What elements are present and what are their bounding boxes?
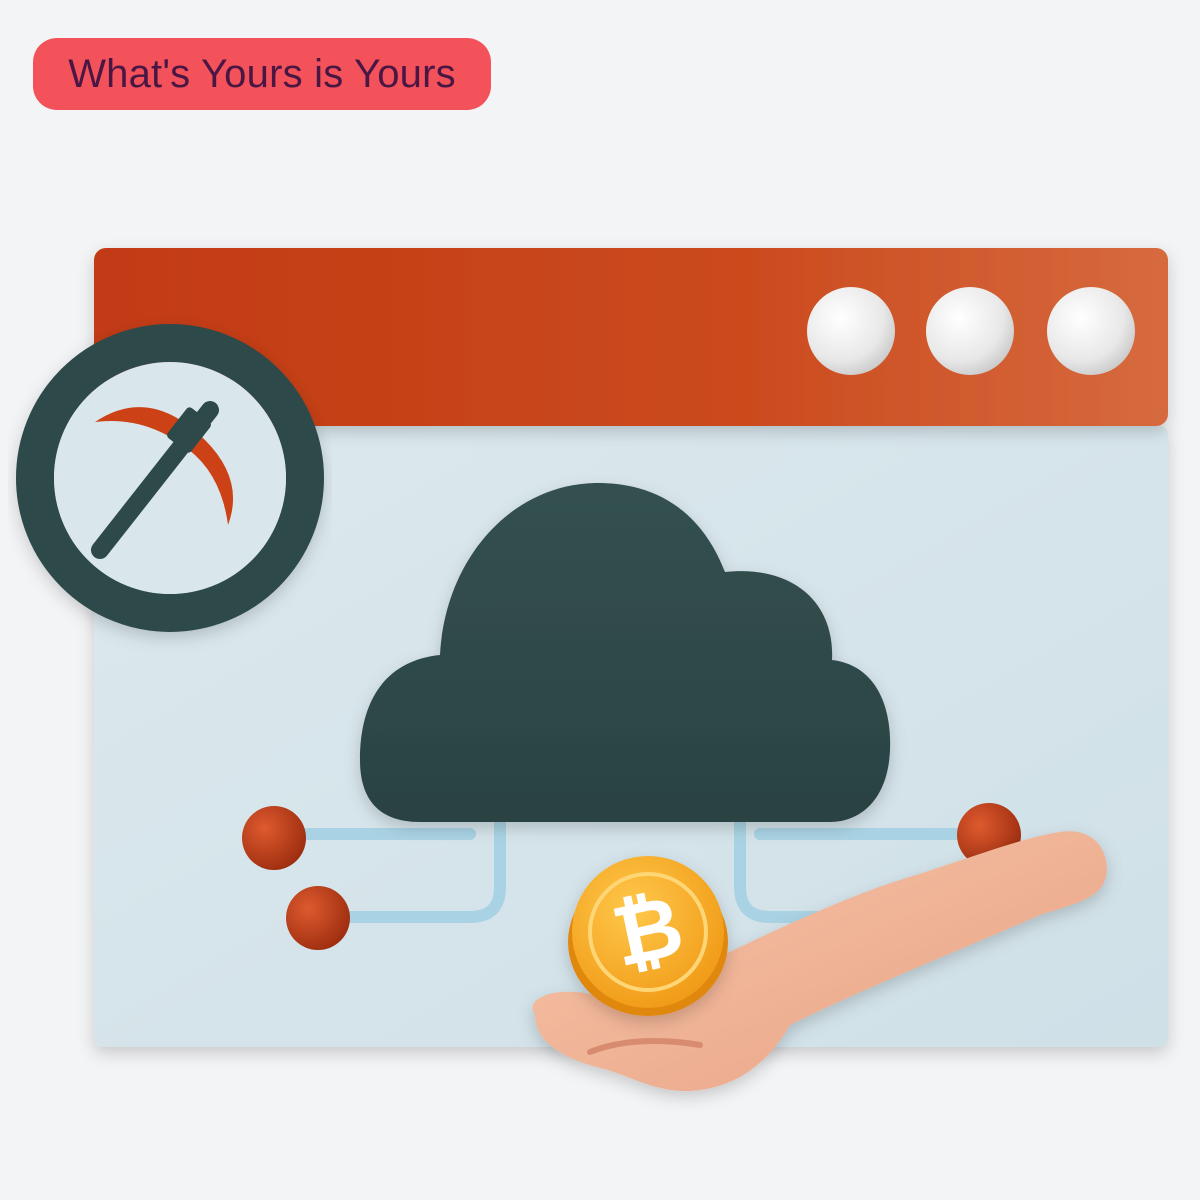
node-1: [242, 806, 306, 870]
node-2: [286, 886, 350, 950]
window-control-3[interactable]: [1047, 287, 1135, 375]
window-controls: [807, 287, 1135, 375]
window-control-2[interactable]: [926, 287, 1014, 375]
pickaxe-badge: [16, 324, 324, 632]
illustration: ₿: [16, 248, 1168, 1092]
window-control-1[interactable]: [807, 287, 895, 375]
